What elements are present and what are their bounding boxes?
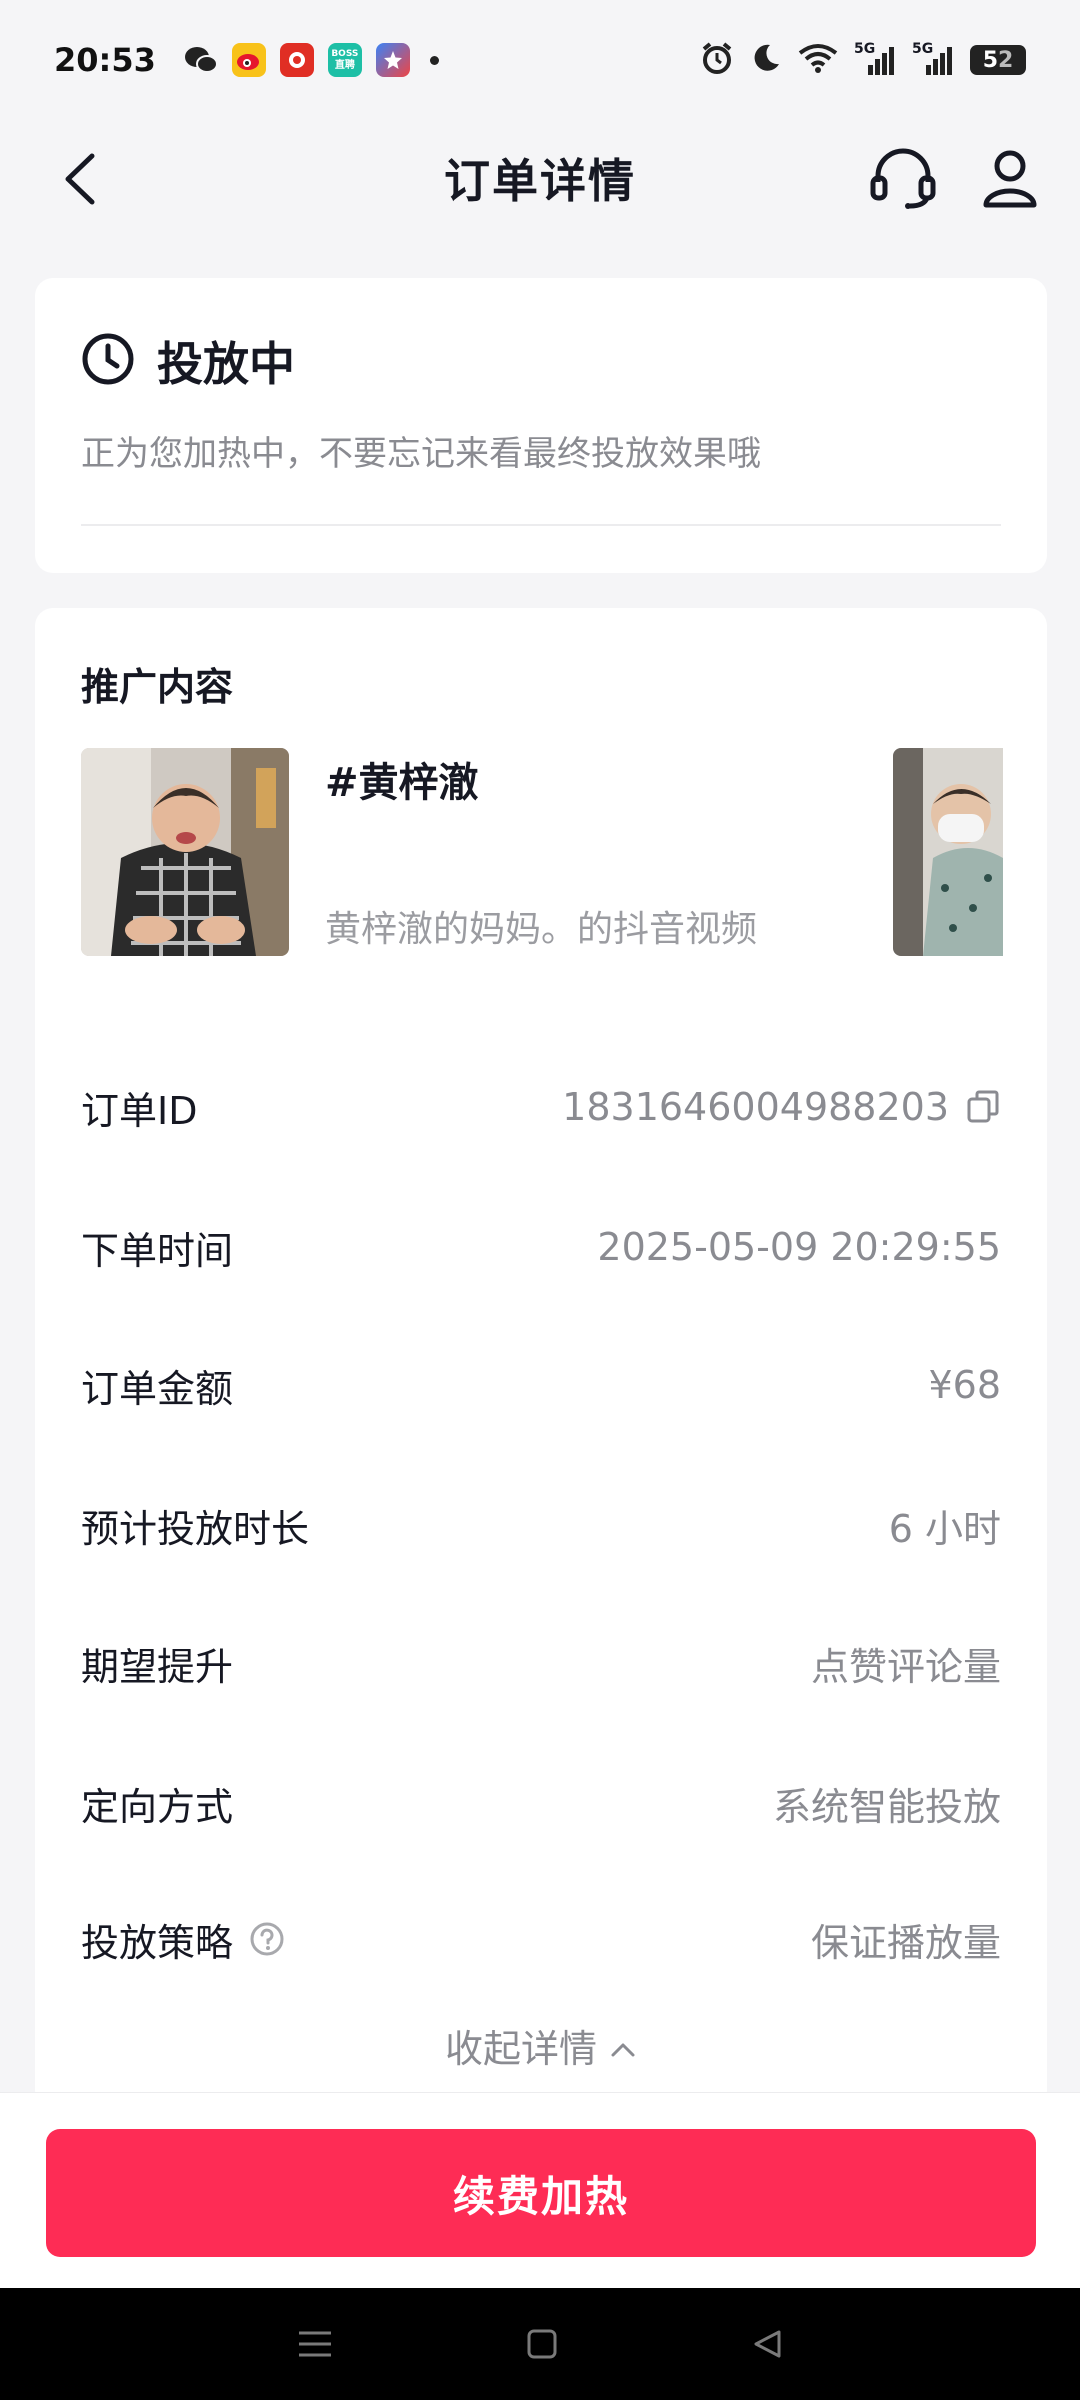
back-nav-icon[interactable]: [751, 2328, 783, 2360]
chevron-up-icon: [597, 2024, 637, 2068]
nav-bar: 订单详情: [0, 120, 1080, 236]
row-label: 订单ID: [81, 1088, 198, 1133]
row-value: 保证播放量: [810, 1920, 1001, 1965]
expected-boost-row: 期望提升 点赞评论量: [81, 1628, 1001, 1698]
wifi-icon: [798, 43, 838, 77]
battery-level: 5: [982, 47, 998, 73]
signal-5g-icon: 5G: [854, 41, 896, 77]
more-notifications-dot: [429, 55, 439, 65]
promo-subtitle: 黄梓澈的妈妈。的抖音视频: [325, 909, 758, 950]
wechat-icon: [184, 43, 218, 77]
status-right: 5G 5G 52: [700, 41, 1026, 79]
row-label: 下单时间: [81, 1228, 234, 1273]
row-value: 2025-05-09 20:29:55: [597, 1225, 1001, 1269]
row-label: 投放策略: [81, 1912, 285, 1967]
targeting-row: 定向方式 系统智能投放: [81, 1768, 1001, 1838]
video-thumbnail-next[interactable]: [893, 748, 1003, 956]
order-status-header: 投放中: [81, 328, 295, 394]
order-amount-row: 订单金额 ¥68: [81, 1350, 1001, 1420]
promo-section-title: 推广内容: [81, 665, 234, 709]
signal-5g-icon: 5G: [912, 41, 954, 77]
user-icon[interactable]: [980, 148, 1040, 210]
order-id-row: 订单ID 1831646004988203: [81, 1072, 1001, 1142]
divider: [81, 524, 1001, 526]
row-label: 预计投放时长: [81, 1506, 310, 1551]
order-status-card: 投放中 正为您加热中，不要忘记来看最终投放效果哦: [35, 278, 1047, 573]
strategy-label: 投放策略: [81, 1920, 234, 1965]
customer-service-icon[interactable]: [868, 148, 938, 210]
moon-icon: [750, 42, 782, 78]
status-left: 20:53 BOSS 直聘: [54, 41, 439, 79]
home-icon[interactable]: [526, 2328, 558, 2360]
boss-zhipin-icon: BOSS 直聘: [327, 43, 362, 77]
row-value: 1831646004988203: [562, 1085, 1001, 1129]
back-icon[interactable]: [58, 152, 108, 206]
collapse-details-button[interactable]: 收起详情: [35, 2018, 1047, 2073]
row-label: 期望提升: [81, 1644, 234, 1689]
row-value: 系统智能投放: [772, 1784, 1001, 1829]
help-icon[interactable]: [249, 1921, 285, 1957]
alarm-icon: [700, 41, 734, 79]
row-value: 6 小时: [888, 1506, 1001, 1551]
copy-icon[interactable]: [965, 1089, 1001, 1125]
battery-indicator: 52: [970, 45, 1026, 75]
clock-icon: [81, 332, 135, 390]
bottom-action-bar: 续费加热: [0, 2092, 1080, 2288]
status-bar: 20:53 BOSS 直聘 5G 5G 5 2: [0, 0, 1080, 120]
row-value: 点赞评论量: [810, 1644, 1001, 1689]
boss-sub: 直聘: [334, 60, 355, 71]
system-nav-bar: [0, 2288, 1080, 2400]
order-detail-card: 推广内容 #黄梓澈 黄梓澈的妈妈。的抖音视频 订单ID 183164600498…: [35, 608, 1047, 2108]
order-status-title: 投放中: [157, 337, 295, 391]
order-id-value: 1831646004988203: [562, 1085, 949, 1129]
page-title: 订单详情: [444, 154, 636, 208]
menu-icon[interactable]: [297, 2329, 333, 2359]
strategy-row: 投放策略 保证播放量: [81, 1904, 1001, 1974]
renew-boost-button[interactable]: 续费加热: [46, 2129, 1036, 2257]
order-time-row: 下单时间 2025-05-09 20:29:55: [81, 1212, 1001, 1282]
row-label: 订单金额: [81, 1366, 234, 1411]
duration-row: 预计投放时长 6 小时: [81, 1490, 1001, 1560]
status-time: 20:53: [54, 41, 156, 79]
weibo-icon: [231, 43, 266, 77]
order-status-description: 正为您加热中，不要忘记来看最终投放效果哦: [81, 434, 761, 474]
boss-label: BOSS: [331, 49, 359, 59]
row-value: ¥68: [928, 1363, 1001, 1407]
video-thumbnail[interactable]: [81, 748, 289, 956]
row-label: 定向方式: [81, 1784, 234, 1829]
pinduoduo-icon: [279, 43, 314, 77]
battery-rest: 2: [998, 47, 1014, 73]
collapse-details-label: 收起详情: [444, 2027, 597, 2071]
promo-title[interactable]: #黄梓澈: [325, 750, 479, 808]
app-star-icon: [375, 43, 410, 77]
